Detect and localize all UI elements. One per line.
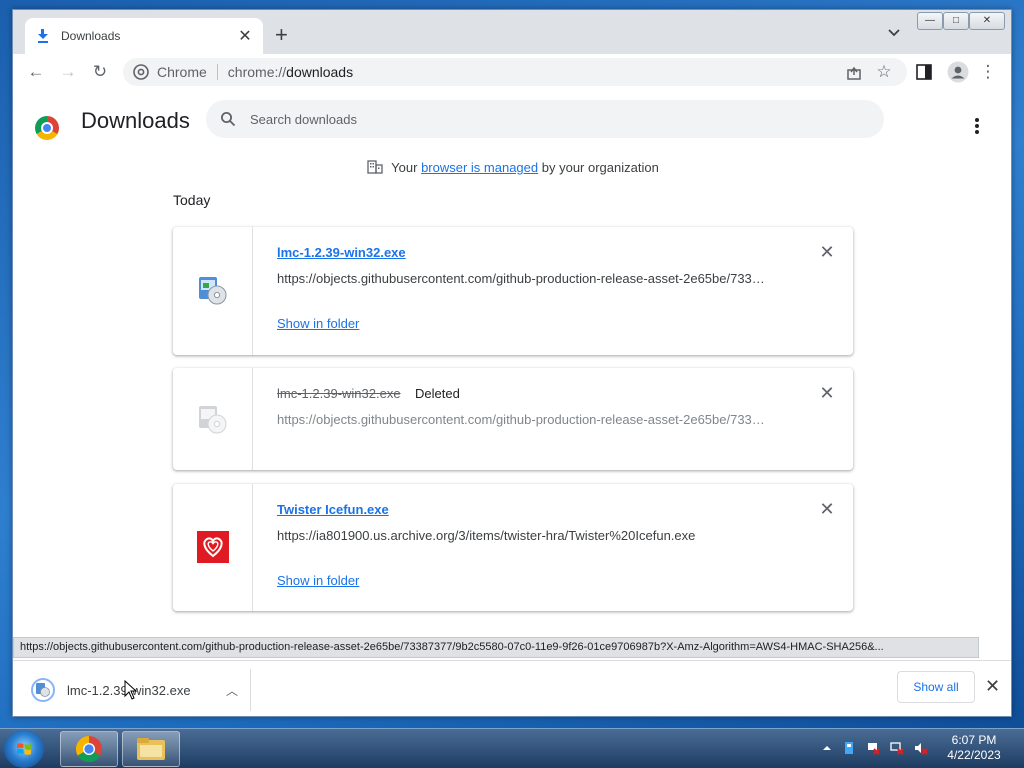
close-shelf-button[interactable]: ✕	[985, 677, 1000, 695]
chrome-window: Downloads ✕ + — □ ✕ ← → ↻ Chrome chrome:…	[12, 9, 1012, 717]
download-file-name-link[interactable]: Twister Icefun.exe	[277, 502, 389, 517]
mouse-cursor-icon	[124, 680, 138, 700]
downloads-header: Downloads	[13, 90, 1011, 148]
download-source-url: https://objects.githubusercontent.com/gi…	[277, 412, 765, 427]
icefun-app-icon	[197, 531, 229, 563]
flag-warning-icon[interactable]	[866, 741, 880, 755]
building-icon	[367, 160, 383, 174]
clock-time: 6:07 PM	[951, 733, 997, 747]
omnibox-separator	[216, 64, 218, 80]
show-in-folder-link[interactable]: Show in folder	[277, 573, 359, 588]
maximize-button[interactable]: □	[943, 12, 969, 30]
installer-icon	[199, 277, 227, 305]
installer-icon-faded	[199, 406, 227, 434]
browser-managed-link[interactable]: browser is managed	[421, 160, 538, 175]
remove-download-button[interactable]: ✕	[819, 384, 835, 402]
download-item: lmc-1.2.39-win32.exe https://objects.git…	[173, 227, 853, 355]
back-icon[interactable]: ←	[27, 63, 45, 81]
managed-prefix: Your	[391, 160, 418, 175]
forward-icon[interactable]: →	[59, 63, 77, 81]
more-actions-icon[interactable]	[969, 118, 985, 136]
shelf-file-name: lmc-1.2.39-win32.exe	[67, 683, 224, 698]
start-button[interactable]	[4, 730, 44, 768]
managed-notice: Your browser is managed by your organiza…	[13, 160, 1011, 175]
share-icon[interactable]	[845, 63, 863, 81]
address-bar[interactable]: Chrome chrome://downloads	[123, 58, 907, 86]
link-status-bubble: https://objects.githubusercontent.com/gi…	[13, 637, 979, 658]
clock-date: 4/22/2023	[947, 748, 1001, 762]
managed-suffix: by your organization	[541, 160, 659, 175]
search-downloads-input[interactable]	[250, 111, 810, 127]
url-host: downloads	[286, 64, 354, 80]
side-panel-icon[interactable]	[915, 63, 933, 81]
download-item: Twister Icefun.exe https://ia801900.us.a…	[173, 484, 853, 611]
tab-close-button[interactable]: ✕	[237, 26, 253, 46]
taskbar-clock[interactable]: 6:07 PM 4/22/2023	[938, 733, 1010, 763]
page-title: Downloads	[81, 108, 190, 133]
taskbar-explorer-button[interactable]	[122, 731, 180, 767]
show-all-button[interactable]: Show all	[897, 671, 975, 703]
file-icon-column	[173, 484, 253, 611]
deleted-file-name: lmc-1.2.39-win32.exe	[277, 386, 401, 401]
chrome-logo-icon	[35, 116, 59, 140]
show-in-folder-link[interactable]: Show in folder	[277, 316, 359, 331]
network-disconnected-icon[interactable]	[890, 741, 904, 755]
tab-title: Downloads	[61, 29, 121, 43]
remove-download-button[interactable]: ✕	[819, 500, 835, 518]
download-source-url: https://objects.githubusercontent.com/gi…	[277, 271, 765, 286]
tab-search-icon[interactable]	[887, 26, 901, 40]
download-source-url: https://ia801900.us.archive.org/3/items/…	[277, 528, 696, 543]
date-section-header: Today	[173, 192, 211, 208]
chrome-icon	[75, 735, 102, 763]
reload-icon[interactable]: ↻	[91, 63, 109, 81]
file-icon-column	[173, 227, 253, 355]
show-hidden-icons-icon[interactable]	[820, 741, 834, 755]
file-explorer-icon	[137, 738, 165, 760]
chrome-menu-icon[interactable]: ⋮	[979, 63, 997, 81]
taskbar-chrome-button[interactable]	[60, 731, 118, 767]
search-downloads-box[interactable]	[206, 100, 884, 138]
windows-taskbar: 6:07 PM 4/22/2023	[0, 728, 1024, 768]
shelf-file-icon	[31, 678, 55, 702]
chevron-up-icon[interactable]: ︿	[224, 682, 240, 699]
tab-downloads[interactable]: Downloads ✕	[25, 18, 263, 54]
new-tab-button[interactable]: +	[275, 24, 288, 46]
close-window-button[interactable]: ✕	[969, 12, 1005, 30]
minimize-button[interactable]: —	[917, 12, 943, 30]
windows-logo-icon	[17, 743, 31, 755]
omnibox-chrome-label: Chrome	[157, 64, 207, 80]
remove-download-button[interactable]: ✕	[819, 243, 835, 261]
file-icon-column	[173, 368, 253, 470]
search-icon	[221, 112, 236, 127]
profile-avatar-icon[interactable]	[947, 61, 969, 83]
bookmark-star-icon[interactable]: ☆	[875, 63, 893, 81]
volume-muted-icon[interactable]	[914, 741, 928, 755]
browser-toolbar: ← → ↻ Chrome chrome://downloads ☆ ⋮	[13, 54, 1011, 90]
download-shelf: lmc-1.2.39-win32.exe ︿ Show all ✕	[13, 660, 1011, 716]
download-file-name-link[interactable]: lmc-1.2.39-win32.exe	[277, 245, 406, 260]
download-status-deleted: Deleted	[415, 386, 460, 401]
action-center-icon[interactable]	[842, 741, 856, 755]
chrome-site-icon	[133, 64, 149, 80]
download-icon	[35, 28, 51, 44]
download-item-deleted: lmc-1.2.39-win32.exe Deleted https://obj…	[173, 368, 853, 470]
tab-strip: Downloads ✕ + — □ ✕	[13, 10, 1011, 54]
url-scheme: chrome://	[227, 64, 287, 80]
